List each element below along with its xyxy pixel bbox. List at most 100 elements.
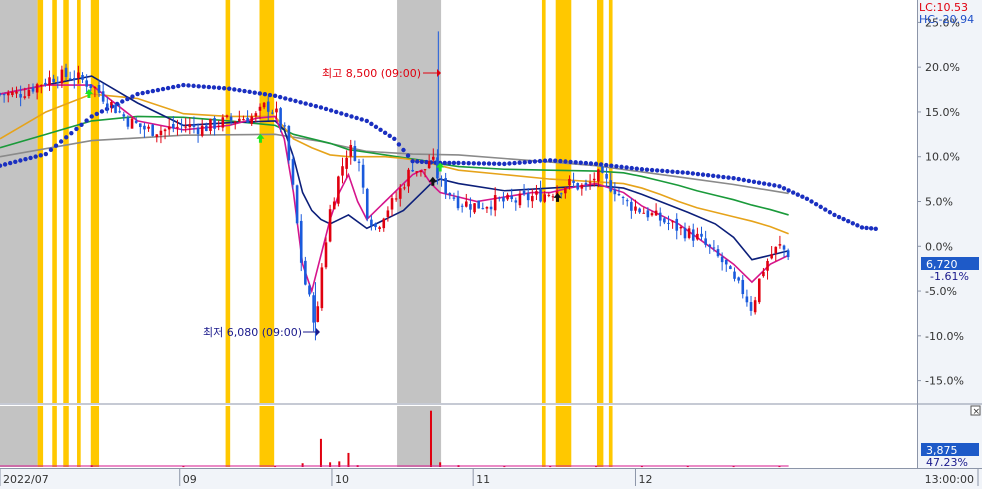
envelope-dot [855,223,860,228]
envelope-dot [832,212,837,218]
envelope-dot [716,174,721,179]
envelope-dot [827,210,833,215]
candle-body [155,134,159,137]
envelope-dot [583,160,589,166]
envelope-dot [293,98,298,104]
candle-body [630,201,633,211]
candle-body [110,102,113,106]
candle-body [531,196,534,202]
candle-body [526,193,530,201]
candle-body [543,194,546,202]
envelope-dot [670,169,675,174]
candle-body [163,129,167,132]
candle-body [382,218,386,229]
current-price-change: -1.61% [930,270,969,283]
candle-body [287,126,291,161]
candle-body [564,187,567,194]
candle-body [584,182,588,185]
candle-body [720,256,724,263]
highlight-band-volume-2 [52,406,57,467]
candle-body [580,184,584,189]
envelope-dot [850,221,856,226]
envelope-dot [242,88,247,94]
envelope-dot [69,130,74,136]
envelope-dot [711,173,716,179]
candle-body [683,227,687,239]
highlight-band-2 [52,0,57,403]
y-tick-label: 0.0% [925,240,953,253]
envelope-dot [318,105,324,110]
x-tick-label: 12 [638,473,652,486]
candle-body [2,94,6,96]
envelope-dot [382,130,388,136]
candle-body [729,266,732,270]
envelope-dot [721,174,726,180]
candle-body [283,125,287,127]
envelope-dot [800,194,805,199]
candle-body [105,103,109,108]
envelope-dot [859,225,865,230]
envelope-dot [359,117,364,122]
candle-body [205,125,208,132]
envelope-dot [578,160,583,165]
envelope-dot [211,85,217,90]
envelope-dot [140,90,145,96]
volume-panel[interactable] [0,405,917,468]
candle-body [291,159,295,185]
envelope-dot [522,160,527,165]
highlight-band-8 [397,0,442,403]
candle-body [85,80,88,87]
envelope-dot [396,142,402,147]
envelope-dot [272,93,278,99]
envelope-dot [94,111,99,117]
highlight-band-volume-11 [596,406,604,467]
candle-body [139,123,142,128]
envelope-dot [751,179,757,184]
candle-body [522,190,526,195]
envelope-dot [38,153,43,158]
candle-body [378,227,381,229]
candle-body [493,195,497,211]
highlight-band-volume-6 [225,406,231,467]
candle-body [19,93,22,98]
envelope-dot [461,160,466,166]
envelope-dot [135,91,140,97]
candle-body [444,178,447,194]
envelope-dot [665,169,670,174]
candle-body [464,201,468,207]
envelope-dot [491,161,497,166]
candle-body [617,194,621,196]
candle-body [551,196,555,198]
candle-body [126,117,130,127]
candle-body [770,254,773,259]
candle-body [15,91,18,94]
envelope-dot [700,172,706,177]
close-icon[interactable]: × [973,407,981,417]
envelope-dot [685,170,690,176]
envelope-dot [89,114,94,119]
candle-body [353,146,357,161]
envelope-dot [558,158,563,164]
candle-body [225,115,229,117]
candle-body [27,90,31,97]
highlight-band-3 [63,0,69,403]
envelope-dot [502,161,507,167]
current-volume-ratio: 47.23% [926,456,968,469]
envelope-dot [186,83,191,88]
envelope-dot [145,89,150,95]
envelope-dot [283,96,288,101]
candle-body [398,188,402,199]
candle-body [634,206,637,211]
candle-body [762,271,765,277]
envelope-dot [7,160,13,166]
candle-body [559,193,563,195]
volume-panel-close-button[interactable]: × [970,405,981,417]
envelope-dot [442,160,447,166]
candle-body [217,125,221,127]
envelope-dot [563,159,568,164]
candle-body [11,91,14,96]
envelope-dot [247,89,252,95]
highlight-band-12 [608,0,613,403]
candle-body [328,209,332,242]
envelope-dot [680,170,685,175]
